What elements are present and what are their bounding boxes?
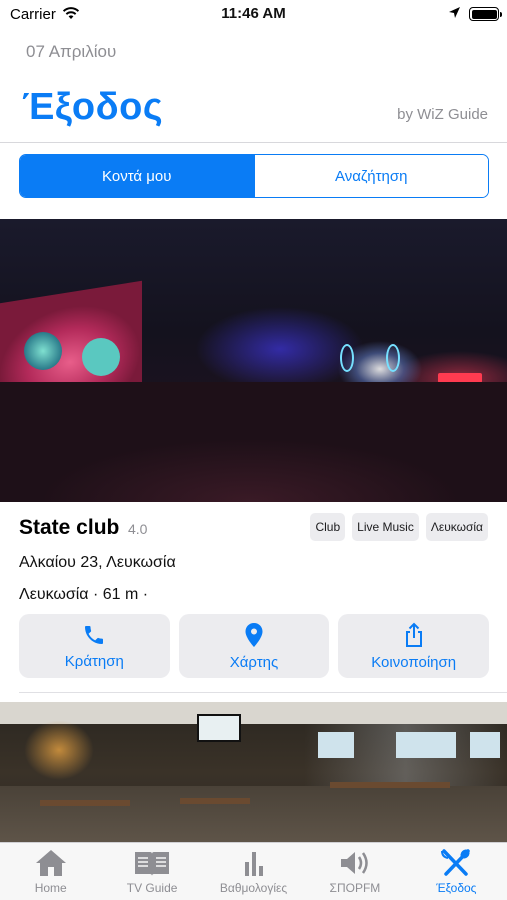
neon-ring — [386, 344, 400, 372]
window — [318, 732, 354, 758]
share-icon — [403, 622, 425, 648]
status-bar: Carrier 11:46 AM — [0, 0, 507, 28]
tab-home[interactable]: Home — [0, 843, 101, 900]
tab-standings[interactable]: Βαθμολογίες — [203, 843, 304, 900]
table — [40, 800, 130, 806]
tag-live-music: Live Music — [352, 513, 419, 541]
table — [330, 782, 450, 788]
map-pin-icon — [243, 622, 265, 648]
table — [180, 798, 250, 804]
tab-radio[interactable]: ΣΠΟΡFM — [304, 843, 405, 900]
header-divider — [0, 142, 507, 143]
venue-photo[interactable] — [0, 702, 507, 842]
page-title: Έξοδος — [22, 86, 164, 128]
tv-screen — [197, 714, 241, 742]
reservation-label: Κράτηση — [64, 652, 124, 670]
tag-club: Club — [310, 513, 346, 541]
neon-ring — [340, 344, 354, 372]
floor — [0, 786, 507, 842]
map-label: Χάρτης — [229, 653, 279, 671]
tab-label: Home — [34, 881, 67, 895]
segment-nearby[interactable]: Κοντά μου — [20, 155, 254, 197]
window — [396, 732, 456, 758]
location-arrow-icon — [448, 6, 461, 24]
tab-tv-guide[interactable]: TV Guide — [101, 843, 202, 900]
segmented-control: Κοντά μου Αναζήτηση — [19, 154, 489, 198]
reservation-button[interactable]: Κράτηση — [19, 614, 170, 678]
phone-icon — [82, 623, 106, 647]
segment-search[interactable]: Αναζήτηση — [253, 155, 488, 197]
book-icon — [132, 848, 172, 878]
share-label: Κοινοποίηση — [371, 653, 457, 671]
bar-chart-icon — [239, 848, 269, 878]
date-label: 07 Απριλίου — [26, 42, 117, 61]
tab-bar: Home TV Guide Βαθμολογίες ΣΠΟΡFM Έξοδος — [0, 842, 507, 900]
venue-name[interactable]: State club — [19, 516, 119, 540]
battery-icon — [469, 7, 502, 21]
tag-list: Club Live Music Λευκωσία — [310, 513, 488, 541]
action-row: Κράτηση Χάρτης Κοινοποίηση — [19, 614, 490, 678]
tab-label: Έξοδος — [436, 881, 477, 895]
home-icon — [34, 848, 68, 878]
window — [470, 732, 500, 758]
tag-city: Λευκωσία — [425, 513, 488, 541]
venue-photo[interactable] — [0, 219, 507, 502]
utensils-icon — [439, 848, 473, 878]
clock: 11:46 AM — [221, 5, 286, 22]
cat-glasses-decoration — [24, 332, 62, 370]
tab-label: ΣΠΟΡFM — [329, 881, 381, 895]
venue-distance: Λευκωσία · 61 m · — [19, 586, 149, 603]
map-button[interactable]: Χάρτης — [178, 614, 330, 678]
venue-rating: 4.0 — [128, 521, 148, 537]
tab-going-out[interactable]: Έξοδος — [406, 843, 507, 900]
card-divider — [19, 692, 507, 693]
crowd — [0, 382, 507, 502]
venue-address: Αλκαίου 23, Λευκωσία — [19, 554, 176, 571]
share-button[interactable]: Κοινοποίηση — [338, 614, 490, 678]
tab-label: TV Guide — [126, 881, 178, 895]
byline: by WiZ Guide — [397, 106, 488, 123]
tab-label: Βαθμολογίες — [219, 881, 288, 895]
warm-light — [24, 720, 94, 780]
speaker-icon — [338, 848, 372, 878]
